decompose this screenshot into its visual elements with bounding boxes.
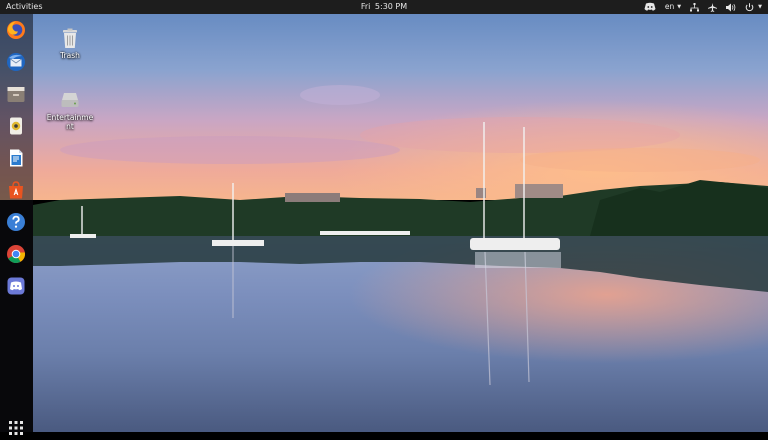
discord-icon xyxy=(7,277,25,295)
discord-tray-icon[interactable] xyxy=(644,0,656,14)
desktop-wallpaper xyxy=(0,0,768,432)
app-grid-icon xyxy=(9,421,23,435)
dock-thunderbird[interactable] xyxy=(5,51,27,73)
help-icon xyxy=(7,213,25,231)
dock-libreoffice-writer[interactable] xyxy=(5,147,27,169)
desktop-icon-label: Trash xyxy=(60,51,80,60)
language-selector[interactable]: en ▼ xyxy=(665,0,681,14)
desktop-icon-trash[interactable]: Trash xyxy=(46,26,94,61)
desktop-icon-entertainment[interactable]: Entertainment xyxy=(46,88,94,131)
dock xyxy=(0,14,33,435)
thunderbird-icon xyxy=(7,53,25,71)
clock-time: 5:30 PM xyxy=(374,2,408,11)
airplane-mode-icon[interactable] xyxy=(708,0,718,14)
top-bar: Activities Fri 5:30 PM en ▼ ▼ xyxy=(0,0,768,14)
chevron-down-icon: ▼ xyxy=(677,4,682,10)
chevron-down-icon: ▼ xyxy=(758,4,762,10)
power-menu[interactable]: ▼ xyxy=(745,0,762,14)
show-applications-button[interactable] xyxy=(8,420,24,436)
volume-icon[interactable] xyxy=(726,0,736,14)
dock-chrome[interactable] xyxy=(5,243,27,265)
network-icon[interactable] xyxy=(690,0,700,14)
libreoffice-writer-icon xyxy=(10,149,23,167)
language-label: en xyxy=(664,2,675,11)
chrome-icon xyxy=(7,245,26,264)
system-tray: en ▼ ▼ xyxy=(644,0,762,14)
drive-icon xyxy=(61,93,79,107)
files-icon xyxy=(7,87,25,102)
firefox-icon xyxy=(7,21,25,39)
dock-files[interactable] xyxy=(5,83,27,105)
trash-icon xyxy=(63,28,77,48)
clock-day: Fri xyxy=(360,2,371,11)
dock-discord[interactable] xyxy=(5,275,27,297)
desktop-icon-label: Entertainment xyxy=(46,113,94,131)
dock-ubuntu-software[interactable] xyxy=(5,179,27,201)
power-icon xyxy=(745,2,754,11)
dock-rhythmbox[interactable] xyxy=(5,115,27,137)
dock-help[interactable] xyxy=(5,211,27,233)
ubuntu-software-icon xyxy=(9,181,23,199)
dock-firefox[interactable] xyxy=(5,19,27,41)
rhythmbox-icon xyxy=(10,117,22,135)
